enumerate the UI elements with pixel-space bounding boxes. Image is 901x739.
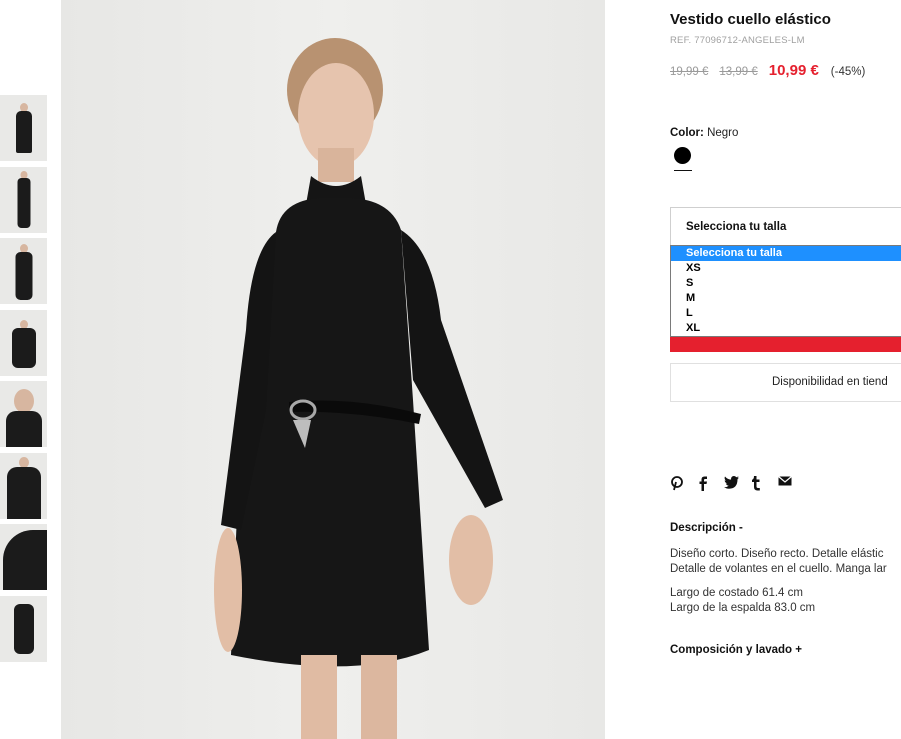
size-option-s[interactable]: S [671,276,901,291]
color-value: Negro [707,127,739,139]
description-line: Diseño corto. Diseño recto. Detalle elás… [670,548,884,560]
thumbnail[interactable] [0,595,47,662]
model-illustration [214,38,503,739]
measurement-side-length: Largo de costado 61.4 cm [670,587,803,599]
thumbnail[interactable] [0,95,47,161]
color-label-row: Color: Negro [670,127,738,139]
size-option-xs[interactable]: XS [671,261,901,276]
thumbnail[interactable] [0,381,47,447]
price-row: 19,99 € 13,99 € 10,99 € (-45%) [670,62,865,79]
product-info: Vestido cuello elástico REF. 77096712-AN… [670,0,901,739]
thumbnail[interactable] [0,524,47,590]
email-icon[interactable] [778,476,805,491]
swatch-selected-indicator [674,170,692,171]
current-price: 10,99 € [768,62,819,79]
thumbnail[interactable] [0,309,47,376]
product-title: Vestido cuello elástico [670,11,831,28]
measurement-back-length: Largo de la espalda 83.0 cm [670,602,816,614]
composition-toggle[interactable]: Composición y lavado + [670,644,802,656]
size-option-l[interactable]: L [671,306,901,321]
size-dropdown-list: Selecciona tu talla XS S M L XL [670,245,901,337]
description-toggle[interactable]: Descripción - [670,522,743,534]
size-option[interactable]: Selecciona tu talla [671,246,901,261]
facebook-icon[interactable] [697,476,724,491]
store-availability-button[interactable]: Disponibilidad en tiend [670,363,901,402]
thumbnail[interactable] [0,238,47,304]
thumbnail[interactable] [0,452,47,519]
measurements: Largo de costado 61.4 cm Largo de la esp… [670,586,815,616]
social-share [670,476,805,491]
previous-price: 13,99 € [719,66,758,78]
size-select[interactable]: Selecciona tu talla [670,207,901,247]
product-reference: REF. 77096712-ANGELES-LM [670,35,805,46]
store-availability-label: Disponibilidad en tiend [772,376,888,388]
color-label: Color: [670,127,704,139]
description-line: Detalle de volantes en el cuello. Manga … [670,563,887,575]
original-price: 19,99 € [670,66,709,78]
size-option-m[interactable]: M [671,291,901,306]
add-to-bag-button[interactable] [670,337,901,352]
thumbnail-list [0,95,47,667]
size-option-xl[interactable]: XL [671,321,901,336]
thumbnail[interactable] [0,166,47,233]
description-text: Diseño corto. Diseño recto. Detalle elás… [670,547,887,577]
discount-percent: (-45%) [830,66,866,78]
size-select-value: Selecciona tu talla [686,221,787,233]
twitter-icon[interactable] [724,476,751,491]
pinterest-icon[interactable] [670,476,697,491]
color-swatch-black[interactable] [674,147,691,164]
tumblr-icon[interactable] [751,476,778,491]
product-image [61,0,605,739]
